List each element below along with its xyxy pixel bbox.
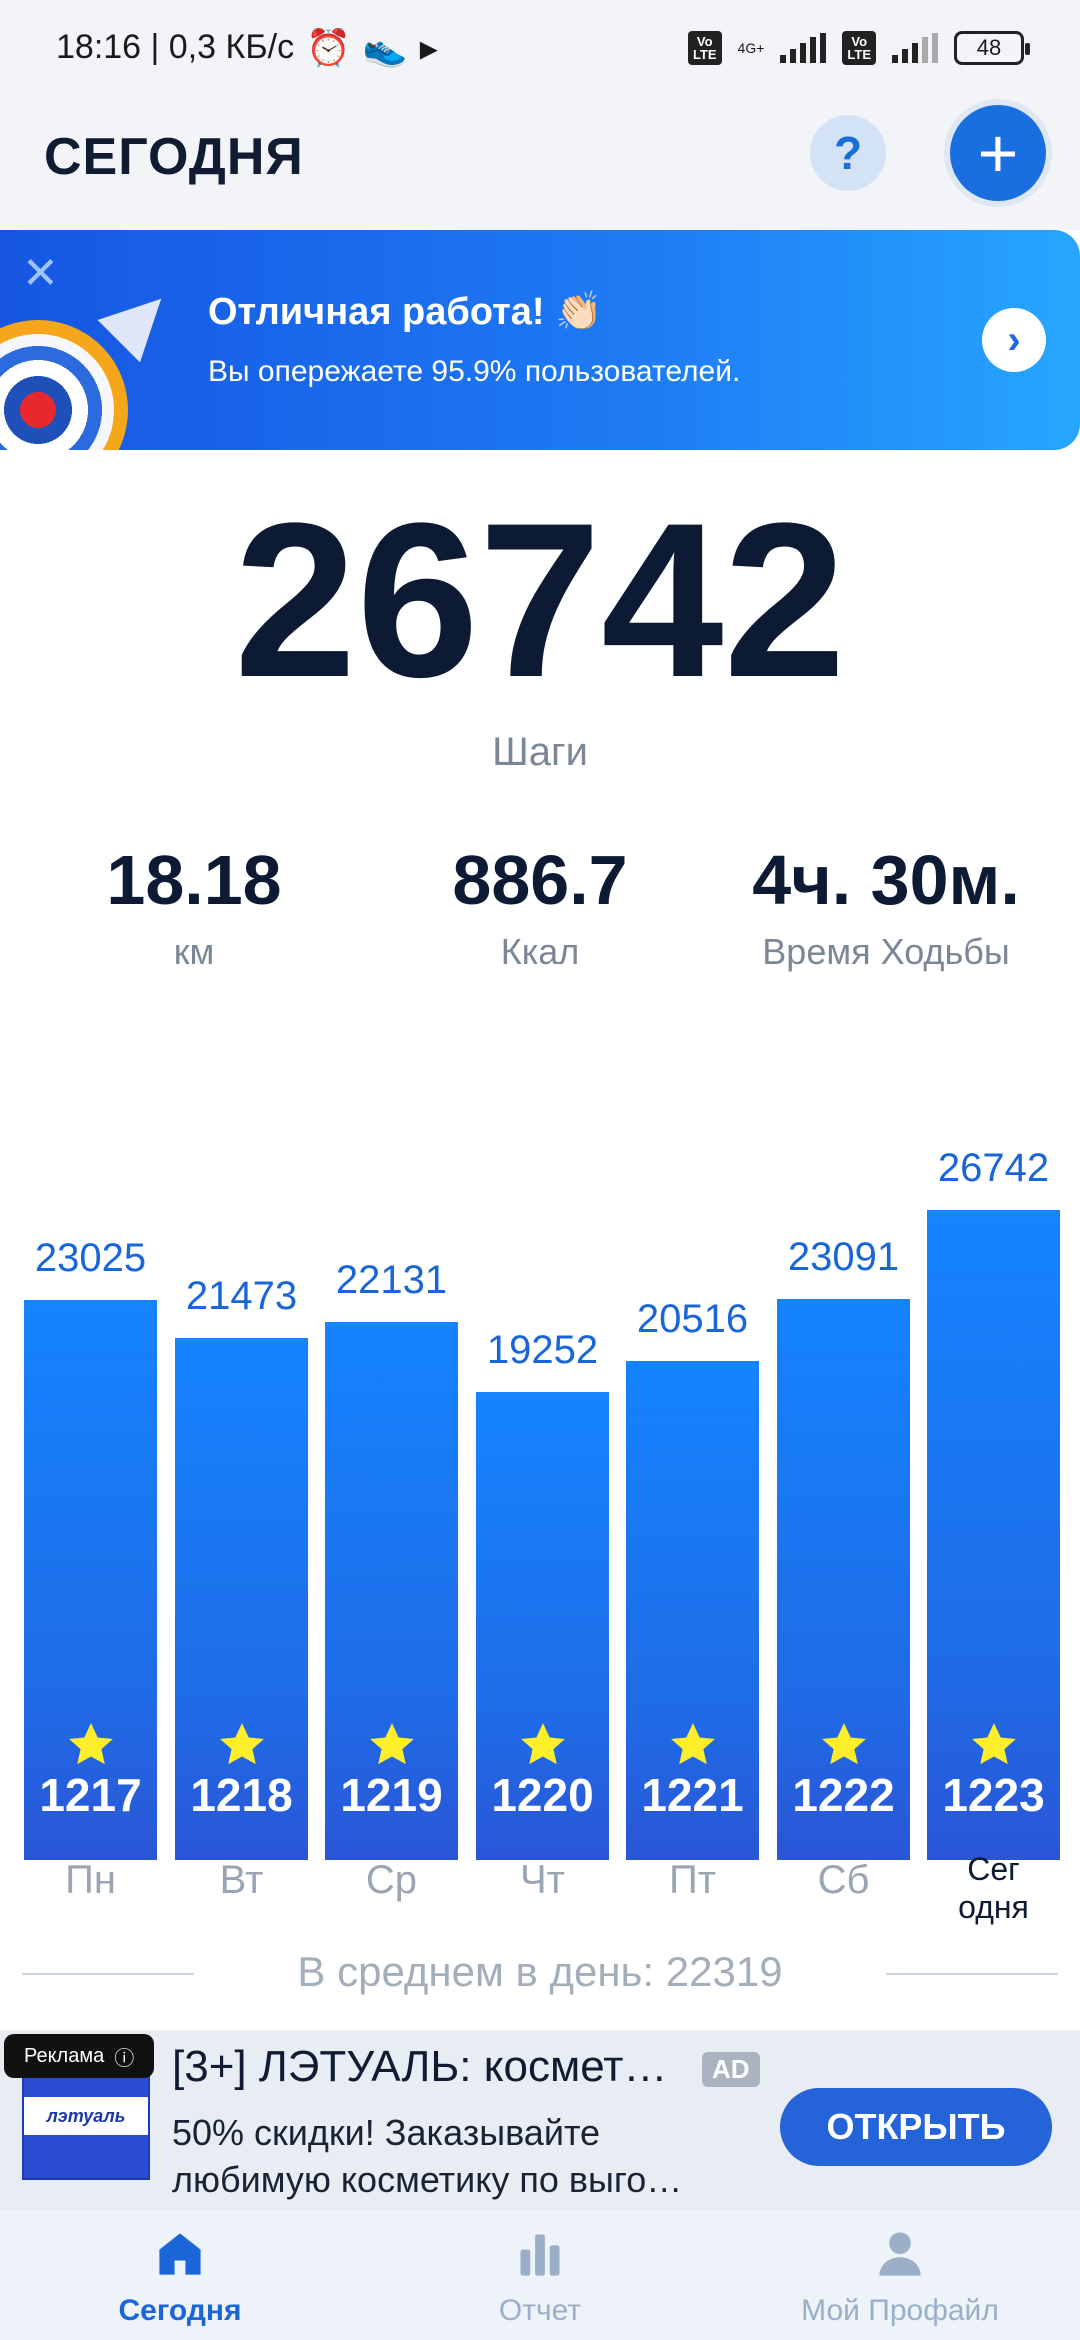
- ad-label-badge[interactable]: Реклама ⓘ: [4, 2034, 155, 2078]
- distance-label: км: [173, 931, 215, 972]
- average-row: В среднем в день: 22319: [0, 1948, 1080, 1998]
- battery-icon: 48: [954, 30, 1030, 65]
- day-label-today-line2: одня: [958, 1889, 1029, 1926]
- walk-time-stat: 4ч. 30м. Время Ходьбы: [706, 842, 1066, 973]
- ad-label-text: Реклама: [24, 2044, 105, 2067]
- day-label-wed: Ср: [365, 1858, 418, 1902]
- steps-bar-chart: 23025 21473 22131 19252 20516 23091 2674…: [0, 1060, 1080, 1925]
- divider-right: [886, 1973, 1058, 1975]
- ad-open-button[interactable]: ОТКРЫТЬ: [780, 2088, 1052, 2166]
- add-button[interactable]: +: [950, 105, 1046, 201]
- bar-value-mon: 23025: [34, 1236, 147, 1280]
- chevron-right-icon[interactable]: ›: [982, 308, 1046, 372]
- distance-stat: 18.18 км: [14, 842, 374, 973]
- play-icon: ▸: [419, 26, 438, 68]
- banner-subtitle: Вы опережаете 95.9% пользователей.: [208, 355, 741, 388]
- page-title: СЕГОДНЯ: [44, 128, 304, 186]
- day-label-mon: Пн: [65, 1858, 116, 1902]
- shoe-icon: 👟: [362, 26, 408, 68]
- volte-icon-2: Vo LTE: [842, 30, 876, 65]
- day-label-thu: Чт: [520, 1858, 565, 1902]
- steps-label: Шаги: [492, 730, 588, 774]
- distance-value: 18.18: [106, 841, 282, 919]
- bar-number-today: 1223: [942, 1769, 1045, 1821]
- bottom-nav: Сегодня Отчет Мой Профайл: [0, 2210, 1080, 2340]
- achievement-banner[interactable]: ✕ Отличная работа! 👏🏻 Вы опережаете 95.9…: [0, 230, 1080, 450]
- day-label-tue: Вт: [219, 1858, 264, 1902]
- nav-profile[interactable]: Мой Профайл: [720, 2210, 1080, 2340]
- paper-plane-icon: [97, 277, 183, 363]
- bar-value-wed: 22131: [335, 1258, 448, 1302]
- status-bar: 18:16 | 0,3 КБ/с ⏰ 👟 ▸ Vo LTE 4G+ Vo LTE 4…: [0, 0, 1080, 95]
- network-type: 4G+: [737, 39, 765, 56]
- ad-logo-text: лэтуаль: [24, 2097, 148, 2135]
- bar-value-thu: 19252: [486, 1328, 599, 1372]
- bar-number-mon: 1217: [39, 1769, 142, 1821]
- nav-today[interactable]: Сегодня: [0, 2210, 360, 2340]
- bar-number-fri: 1221: [641, 1769, 744, 1821]
- day-label-sat: Сб: [817, 1858, 870, 1902]
- calories-label: Ккал: [500, 931, 580, 972]
- home-icon: [159, 2233, 201, 2275]
- status-right: Vo LTE 4G+ Vo LTE 48: [687, 30, 1030, 65]
- bar-number-wed: 1219: [340, 1769, 443, 1821]
- alarm-icon: ⏰: [306, 26, 351, 68]
- ad-title[interactable]: [3+] ЛЭТУАЛЬ: космет…: [172, 2042, 692, 2092]
- nav-report[interactable]: Отчет: [360, 2210, 720, 2340]
- average-text: В среднем в день: 22319: [297, 1948, 783, 1995]
- ad-banner[interactable]: лэтуаль Реклама ⓘ [3+] ЛЭТУАЛЬ: космет… …: [0, 2030, 1080, 2210]
- steps-count: 26742: [234, 477, 846, 723]
- volte-icon: Vo LTE: [687, 30, 722, 65]
- day-label-today: Сег одня: [909, 1850, 1079, 1927]
- walk-time-label: Время Ходьбы: [762, 931, 1010, 972]
- app-header: СЕГОДНЯ ? +: [0, 95, 1080, 230]
- info-icon[interactable]: ⓘ: [114, 2042, 134, 2071]
- target-icon: [0, 320, 128, 450]
- calories-value: 886.7: [452, 841, 628, 919]
- bar-value-tue: 21473: [185, 1274, 298, 1318]
- day-label-today-line1: Сег: [967, 1851, 1020, 1887]
- user-icon: [879, 2232, 921, 2276]
- bar-number-tue: 1218: [190, 1769, 293, 1821]
- nav-today-label: Сегодня: [118, 2294, 242, 2327]
- ad-tag: AD: [702, 2052, 760, 2087]
- nav-profile-label: Мой Профайл: [801, 2294, 999, 2327]
- signal-icon: [780, 32, 827, 63]
- bar-chart-icon: [520, 2234, 560, 2276]
- ad-description[interactable]: 50% скидки! Заказывайте любимую косметик…: [172, 2110, 752, 2204]
- banner-title: Отличная работа! 👏🏻: [208, 291, 603, 333]
- bar-value-fri: 20516: [636, 1297, 749, 1341]
- day-label-fri: Пт: [668, 1858, 717, 1902]
- bar-value-today: 26742: [937, 1146, 1050, 1190]
- bar-number-thu: 1220: [491, 1769, 594, 1821]
- status-left: 18:16 | 0,3 КБ/с ⏰ 👟 ▸: [56, 27, 438, 69]
- signal-icon-2: [892, 32, 938, 63]
- bar-number-sat: 1222: [792, 1769, 895, 1821]
- bar-value-sat: 23091: [787, 1235, 900, 1279]
- close-icon[interactable]: ✕: [22, 248, 59, 299]
- nav-report-label: Отчет: [498, 2294, 582, 2327]
- walk-time-value: 4ч. 30м.: [752, 841, 1020, 919]
- status-time-speed: 18:16 | 0,3 КБ/с: [56, 28, 295, 66]
- calories-stat: 886.7 Ккал: [360, 842, 720, 973]
- help-button[interactable]: ?: [810, 115, 886, 191]
